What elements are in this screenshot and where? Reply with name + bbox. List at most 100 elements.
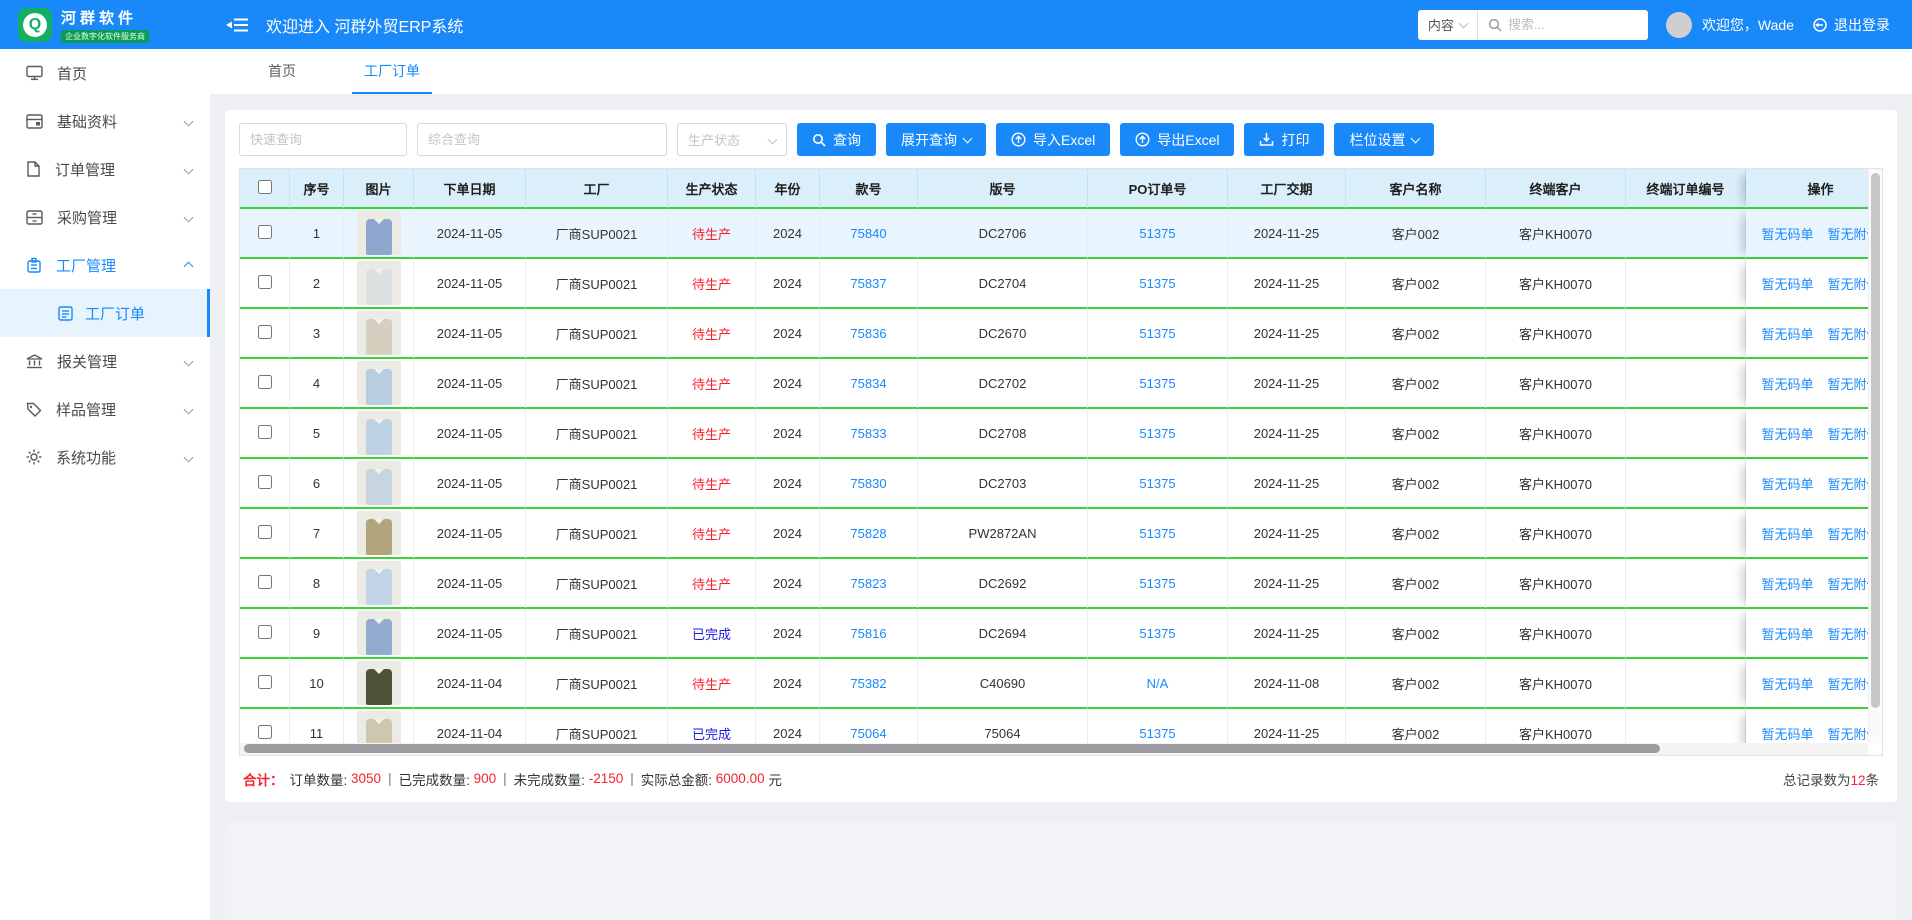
po-no-link[interactable]: 51375 bbox=[1139, 426, 1175, 441]
sidebar-collapse-icon[interactable] bbox=[224, 12, 250, 38]
search-category-select[interactable]: 内容 bbox=[1418, 10, 1478, 40]
garment-photo-frame[interactable] bbox=[357, 411, 401, 455]
cell-delivery: 2024-11-25 bbox=[1228, 359, 1346, 409]
production-status-select[interactable]: 生产状态 bbox=[677, 123, 787, 156]
no-size-sheet-link[interactable]: 暂无码单 bbox=[1761, 574, 1813, 593]
po-no-link[interactable]: 51375 bbox=[1139, 626, 1175, 641]
row-checkbox[interactable] bbox=[258, 625, 272, 639]
print-button[interactable]: 打印 bbox=[1244, 123, 1324, 156]
row-checkbox[interactable] bbox=[258, 425, 272, 439]
row-checkbox[interactable] bbox=[258, 675, 272, 689]
no-size-sheet-link[interactable]: 暂无码单 bbox=[1761, 724, 1813, 743]
status-text: 待生产 bbox=[692, 527, 731, 542]
no-size-sheet-link[interactable]: 暂无码单 bbox=[1761, 624, 1813, 643]
export-excel-button[interactable]: 导出Excel bbox=[1120, 123, 1234, 156]
no-size-sheet-link[interactable]: 暂无码单 bbox=[1761, 224, 1813, 243]
logo-title: 河群软件 bbox=[61, 7, 149, 28]
sidebar-item-sample-mgmt[interactable]: 样品管理 bbox=[0, 385, 210, 433]
monitor-icon bbox=[26, 65, 43, 81]
sidebar-item-purchase-mgmt[interactable]: 采购管理 bbox=[0, 193, 210, 241]
po-no-link[interactable]: 51375 bbox=[1139, 726, 1175, 741]
search-input[interactable] bbox=[1508, 17, 1638, 32]
no-size-sheet-link[interactable]: 暂无码单 bbox=[1761, 274, 1813, 293]
sidebar-item-system[interactable]: 系统功能 bbox=[0, 433, 210, 481]
query-button[interactable]: 查询 bbox=[797, 123, 876, 156]
tab-factory-orders[interactable]: 工厂订单 bbox=[352, 49, 432, 94]
sidebar-item-customs-mgmt[interactable]: 报关管理 bbox=[0, 337, 210, 385]
sidebar-item-factory-mgmt[interactable]: 工厂管理 bbox=[0, 241, 210, 289]
style-no-link[interactable]: 75833 bbox=[850, 426, 886, 441]
import-excel-button[interactable]: 导入Excel bbox=[996, 123, 1110, 156]
style-no-link[interactable]: 75816 bbox=[850, 626, 886, 641]
garment-photo-frame[interactable] bbox=[357, 661, 401, 705]
table-row[interactable]: 8 2024-11-05 厂商SUP0021 待生产 2024 75823 DC… bbox=[240, 559, 1883, 609]
style-no-link[interactable]: 75834 bbox=[850, 376, 886, 391]
style-no-link[interactable]: 75830 bbox=[850, 476, 886, 491]
table-row[interactable]: 6 2024-11-05 厂商SUP0021 待生产 2024 75830 DC… bbox=[240, 459, 1883, 509]
po-no-link[interactable]: 51375 bbox=[1139, 576, 1175, 591]
style-no-link[interactable]: 75064 bbox=[850, 726, 886, 741]
table-row[interactable]: 4 2024-11-05 厂商SUP0021 待生产 2024 75834 DC… bbox=[240, 359, 1883, 409]
row-checkbox[interactable] bbox=[258, 575, 272, 589]
row-checkbox[interactable] bbox=[258, 325, 272, 339]
row-checkbox[interactable] bbox=[258, 475, 272, 489]
po-no-link[interactable]: N/A bbox=[1147, 676, 1169, 691]
column-settings-button[interactable]: 栏位设置 bbox=[1334, 123, 1434, 156]
select-all-checkbox[interactable] bbox=[258, 180, 272, 194]
sidebar-item-factory-orders[interactable]: 工厂订单 bbox=[0, 289, 210, 337]
no-size-sheet-link[interactable]: 暂无码单 bbox=[1761, 474, 1813, 493]
style-no-link[interactable]: 75382 bbox=[850, 676, 886, 691]
sidebar-item-basic-data[interactable]: 基础资料 bbox=[0, 97, 210, 145]
row-checkbox[interactable] bbox=[258, 275, 272, 289]
style-no-link[interactable]: 75828 bbox=[850, 526, 886, 541]
style-no-link[interactable]: 75836 bbox=[850, 326, 886, 341]
sidebar-item-order-mgmt[interactable]: 订单管理 bbox=[0, 145, 210, 193]
chevron-down-icon bbox=[184, 404, 194, 414]
garment-photo-frame[interactable] bbox=[357, 561, 401, 605]
po-no-link[interactable]: 51375 bbox=[1139, 376, 1175, 391]
garment-photo-frame[interactable] bbox=[357, 461, 401, 505]
po-no-link[interactable]: 51375 bbox=[1139, 476, 1175, 491]
logout-button[interactable]: 退出登录 bbox=[1812, 15, 1890, 35]
garment-photo-frame[interactable] bbox=[357, 211, 401, 255]
no-size-sheet-link[interactable]: 暂无码单 bbox=[1761, 424, 1813, 443]
style-no-link[interactable]: 75823 bbox=[850, 576, 886, 591]
tab-home[interactable]: 首页 bbox=[256, 49, 308, 94]
style-no-link[interactable]: 75837 bbox=[850, 276, 886, 291]
row-checkbox[interactable] bbox=[258, 225, 272, 239]
row-checkbox[interactable] bbox=[258, 525, 272, 539]
table-row[interactable]: 5 2024-11-05 厂商SUP0021 待生产 2024 75833 DC… bbox=[240, 409, 1883, 459]
garment-photo-frame[interactable] bbox=[357, 311, 401, 355]
chevron-down-icon bbox=[184, 212, 194, 222]
cell-factory: 厂商SUP0021 bbox=[526, 509, 668, 559]
quick-search-input[interactable] bbox=[239, 123, 407, 156]
garment-photo-frame[interactable] bbox=[357, 361, 401, 405]
po-no-link[interactable]: 51375 bbox=[1139, 326, 1175, 341]
table-row[interactable]: 1 2024-11-05 厂商SUP0021 待生产 2024 75840 DC… bbox=[240, 209, 1883, 259]
expand-query-button[interactable]: 展开查询 bbox=[886, 123, 986, 156]
garment-photo-frame[interactable] bbox=[357, 261, 401, 305]
combined-search-input[interactable] bbox=[417, 123, 667, 156]
table-row[interactable]: 7 2024-11-05 厂商SUP0021 待生产 2024 75828 PW… bbox=[240, 509, 1883, 559]
no-size-sheet-link[interactable]: 暂无码单 bbox=[1761, 674, 1813, 693]
garment-photo-frame[interactable] bbox=[357, 511, 401, 555]
po-no-link[interactable]: 51375 bbox=[1139, 526, 1175, 541]
table-row[interactable]: 10 2024-11-04 厂商SUP0021 待生产 2024 75382 C… bbox=[240, 659, 1883, 709]
table-row[interactable]: 3 2024-11-05 厂商SUP0021 待生产 2024 75836 DC… bbox=[240, 309, 1883, 359]
style-no-link[interactable]: 75840 bbox=[850, 226, 886, 241]
horizontal-scrollbar-thumb[interactable] bbox=[244, 744, 1660, 753]
cell-delivery: 2024-11-25 bbox=[1228, 559, 1346, 609]
po-no-link[interactable]: 51375 bbox=[1139, 226, 1175, 241]
vertical-scrollbar-thumb[interactable] bbox=[1871, 173, 1880, 708]
sidebar-item-label: 工厂订单 bbox=[85, 303, 145, 324]
table-row[interactable]: 2 2024-11-05 厂商SUP0021 待生产 2024 75837 DC… bbox=[240, 259, 1883, 309]
row-checkbox[interactable] bbox=[258, 375, 272, 389]
garment-photo-frame[interactable] bbox=[357, 611, 401, 655]
no-size-sheet-link[interactable]: 暂无码单 bbox=[1761, 324, 1813, 343]
no-size-sheet-link[interactable]: 暂无码单 bbox=[1761, 374, 1813, 393]
po-no-link[interactable]: 51375 bbox=[1139, 276, 1175, 291]
row-checkbox[interactable] bbox=[258, 725, 272, 739]
table-row[interactable]: 9 2024-11-05 厂商SUP0021 已完成 2024 75816 DC… bbox=[240, 609, 1883, 659]
no-size-sheet-link[interactable]: 暂无码单 bbox=[1761, 524, 1813, 543]
sidebar-item-home[interactable]: 首页 bbox=[0, 49, 210, 97]
